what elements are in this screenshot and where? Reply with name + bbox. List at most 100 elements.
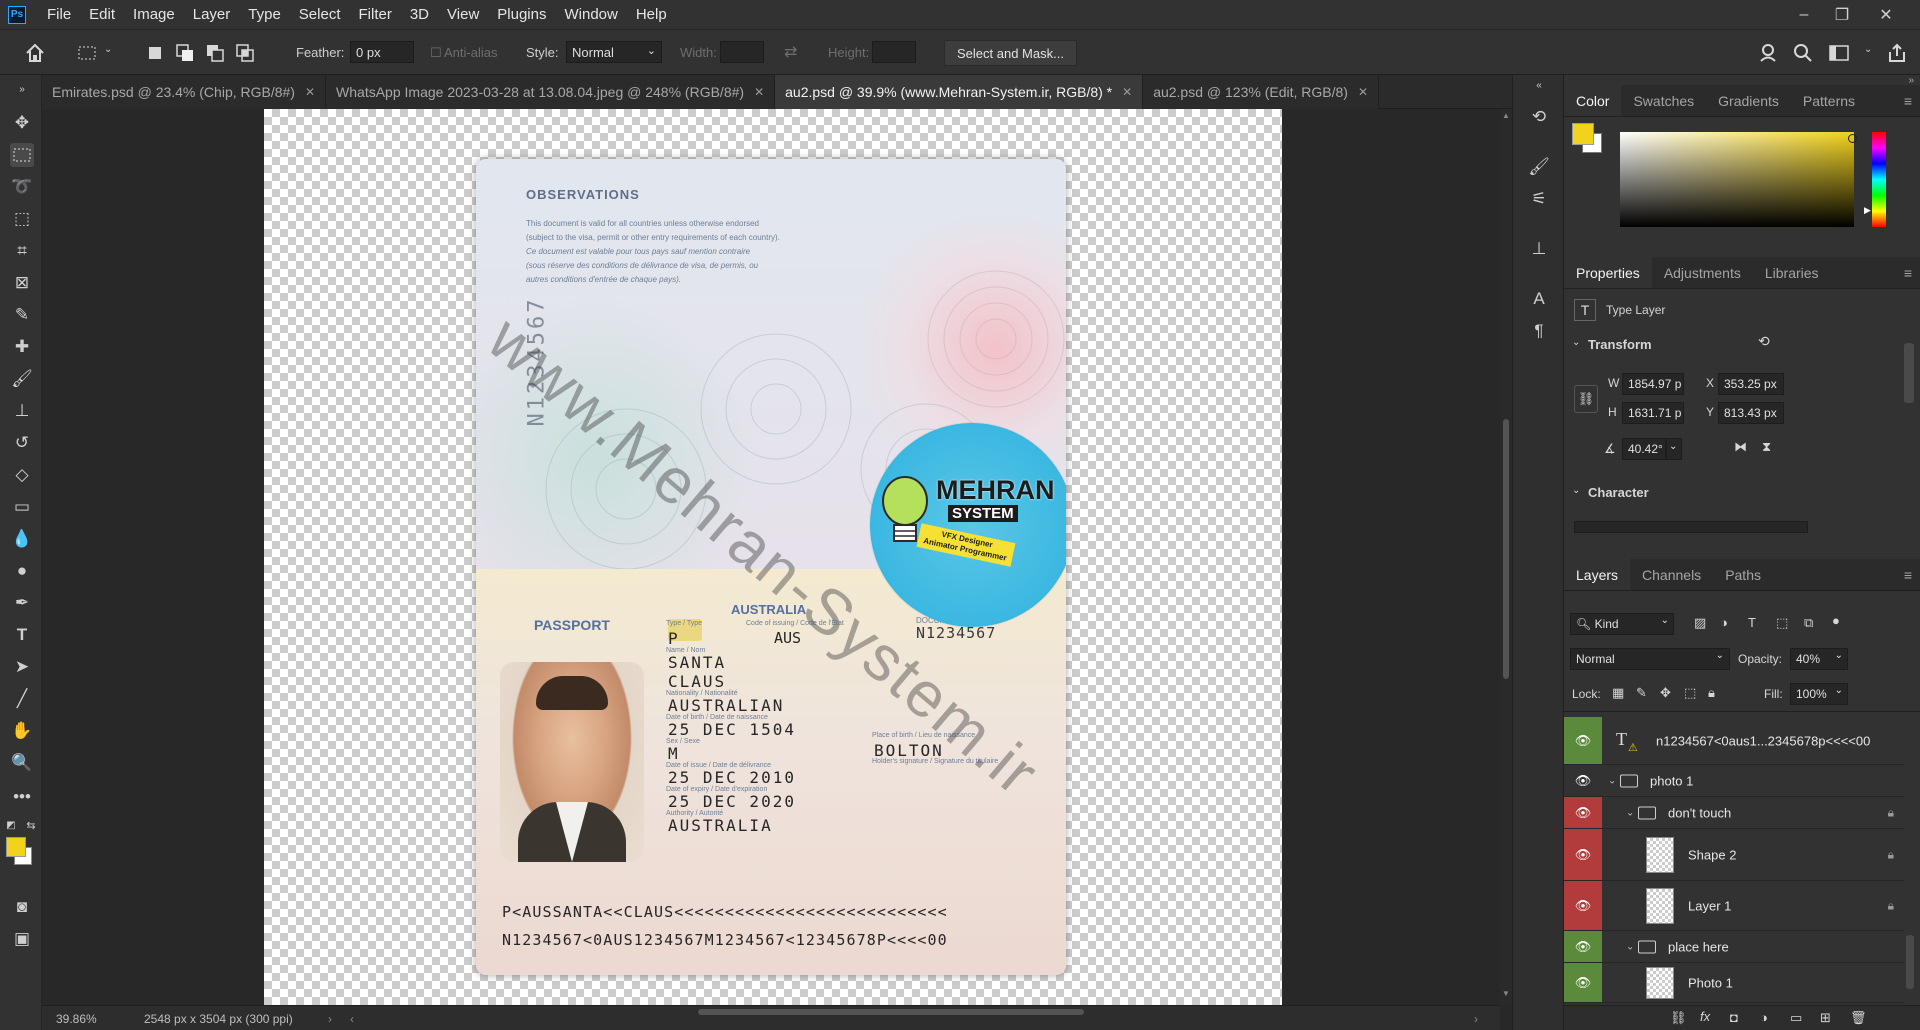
vertical-scrollbar[interactable]: ▲ ▼	[1500, 109, 1512, 1005]
visibility-eye-icon[interactable]: 👁︎	[1564, 797, 1602, 828]
swap-width-height-icon[interactable]: ⇄	[784, 42, 797, 62]
x-field[interactable]: 353.25 px	[1718, 373, 1784, 395]
filter-type-icon[interactable]: T	[1748, 615, 1756, 630]
scroll-right-icon[interactable]: ›	[1474, 1012, 1478, 1026]
layer-filter-kind-select[interactable]: 🔍︎ Kind ⌄	[1570, 613, 1674, 635]
default-colors-icon[interactable]: ◩	[4, 813, 18, 837]
flip-vertical-icon[interactable]: ⧗	[1762, 439, 1771, 455]
expand-chevron-icon[interactable]: ⌄	[1626, 941, 1634, 952]
visibility-eye-icon[interactable]: 👁︎	[1564, 881, 1602, 930]
horizontal-scroll-thumb[interactable]	[698, 1009, 1084, 1015]
add-mask-icon[interactable]: ◘	[1730, 1010, 1738, 1025]
eraser-tool-icon[interactable]: ◇	[10, 463, 34, 487]
filter-shape-icon[interactable]: ⬚	[1776, 615, 1788, 631]
layer-row[interactable]: 👁︎ T ⚠ n1234567<0aus1...2345678p<<<<00	[1564, 717, 1904, 765]
menu-select[interactable]: Select	[290, 0, 350, 29]
opacity-field[interactable]: 40% ⌄	[1790, 648, 1848, 670]
rectangular-marquee-icon[interactable]	[76, 42, 98, 64]
tab-emirates[interactable]: Emirates.psd @ 23.4% (Chip, RGB/8#) ✕	[42, 75, 327, 109]
tab-properties[interactable]: Properties	[1564, 257, 1652, 288]
swap-colors-icon[interactable]: ⇆	[24, 813, 38, 837]
healing-brush-tool-icon[interactable]: ✚	[10, 335, 34, 359]
hue-slider-marker-icon[interactable]: ▶	[1864, 205, 1871, 216]
screen-mode-icon[interactable]: ▣	[10, 927, 34, 951]
tab-au2-edit[interactable]: au2.psd @ 123% (Edit, RGB/8) ✕	[1143, 75, 1379, 109]
status-arrow-icon[interactable]: ›	[328, 1012, 332, 1026]
layer-name[interactable]: Shape 2	[1688, 847, 1736, 862]
menu-plugins[interactable]: Plugins	[488, 0, 555, 29]
character-section-label[interactable]: Character	[1588, 485, 1649, 500]
transform-section-label[interactable]: Transform	[1588, 337, 1652, 352]
move-tool-icon[interactable]: ✥	[10, 111, 34, 135]
close-icon[interactable]: ✕	[305, 85, 315, 99]
menu-view[interactable]: View	[438, 0, 488, 29]
angle-dropdown-icon[interactable]: ⌄	[1666, 438, 1682, 460]
zoom-tool-icon[interactable]: 🔍	[10, 751, 34, 775]
filter-pixel-icon[interactable]: ▨	[1694, 615, 1706, 631]
minimize-button[interactable]: –	[1786, 0, 1822, 29]
brush-settings-icon[interactable]: 🖌	[1527, 155, 1551, 179]
blur-tool-icon[interactable]: 💧	[10, 527, 34, 551]
dodge-tool-icon[interactable]: ●	[10, 559, 34, 583]
pen-tool-icon[interactable]: ✒	[10, 591, 34, 615]
tab-gradients[interactable]: Gradients	[1706, 85, 1791, 116]
lock-all-icon[interactable]: 🔒︎	[1708, 685, 1715, 701]
panel-menu-icon[interactable]: ≡	[1904, 567, 1912, 583]
visibility-eye-icon[interactable]: 👁︎	[1564, 829, 1602, 880]
gradient-tool-icon[interactable]: ▭	[10, 495, 34, 519]
fill-field[interactable]: 100% ⌄	[1790, 683, 1848, 705]
width-input[interactable]	[720, 41, 764, 63]
width-field[interactable]: 1854.97 p	[1622, 373, 1684, 395]
intersect-selection-icon[interactable]	[234, 42, 256, 64]
close-icon[interactable]: ✕	[1122, 85, 1132, 99]
workspace-icon[interactable]	[1828, 42, 1850, 64]
quick-mask-icon[interactable]: ◙	[10, 895, 34, 919]
add-to-selection-icon[interactable]	[174, 42, 196, 64]
height-field[interactable]: 1631.71 p	[1622, 402, 1684, 424]
tool-preset-chevron-icon[interactable]: ⌄	[104, 44, 112, 55]
share-user-icon[interactable]	[1758, 42, 1780, 64]
y-field[interactable]: 813.43 px	[1718, 402, 1784, 424]
menu-help[interactable]: Help	[627, 0, 676, 29]
layer-name[interactable]: n1234567<0aus1...2345678p<<<<00	[1656, 733, 1870, 748]
rectangular-marquee-tool-icon[interactable]	[10, 143, 34, 167]
collapse-panels-icon[interactable]: «	[1527, 73, 1551, 97]
menu-file[interactable]: File	[38, 0, 80, 29]
menu-layer[interactable]: Layer	[184, 0, 240, 29]
style-select[interactable]: Normal ⌄	[566, 41, 662, 63]
share-export-icon[interactable]	[1886, 42, 1908, 64]
visibility-eye-icon[interactable]: 👁︎	[1564, 765, 1602, 796]
tab-layers[interactable]: Layers	[1564, 559, 1631, 590]
delete-layer-icon[interactable]: 🗑︎	[1850, 1010, 1867, 1026]
lock-pixels-icon[interactable]: ✎	[1636, 685, 1647, 701]
foreground-color-swatch[interactable]	[6, 837, 26, 857]
select-and-mask-button[interactable]: Select and Mask...	[944, 40, 1077, 66]
vertical-scroll-thumb[interactable]	[1503, 419, 1509, 679]
visibility-eye-icon[interactable]: 👁︎	[1564, 931, 1602, 962]
feather-input[interactable]: 0 px	[350, 41, 414, 63]
layer-row[interactable]: 👁︎ ⌄ photo 1	[1564, 765, 1904, 797]
height-input[interactable]	[872, 41, 916, 63]
close-icon[interactable]: ✕	[1358, 85, 1368, 99]
new-group-icon[interactable]: ▭	[1790, 1010, 1802, 1026]
character-panel-icon[interactable]: A	[1527, 287, 1551, 311]
new-layer-icon[interactable]: ⊞	[1820, 1010, 1831, 1026]
layer-name[interactable]: Photo 1	[1688, 975, 1733, 990]
layers-scrollbar-thumb[interactable]	[1906, 935, 1914, 989]
expand-chevron-icon[interactable]: ⌄	[1626, 807, 1634, 818]
menu-image[interactable]: Image	[124, 0, 184, 29]
layer-row[interactable]: 👁︎ ⌄ place here	[1564, 931, 1904, 963]
tab-channels[interactable]: Channels	[1630, 559, 1713, 590]
visibility-eye-icon[interactable]: 👁︎	[1564, 963, 1602, 1002]
home-icon[interactable]	[24, 42, 46, 64]
layer-row[interactable]: 👁︎ Layer 1 🔒︎	[1564, 881, 1904, 931]
tab-color[interactable]: Color	[1564, 85, 1622, 116]
crop-tool-icon[interactable]: ⌗	[10, 239, 34, 263]
new-adjustment-layer-icon[interactable]: ◑	[1760, 1010, 1768, 1025]
properties-scrollbar[interactable]	[1904, 343, 1914, 403]
layer-row[interactable]: 👁︎ ⌄ don't touch 🔒︎	[1564, 797, 1904, 829]
tab-au2-active[interactable]: au2.psd @ 39.9% (www.Mehran-System.ir, R…	[775, 75, 1144, 109]
restore-button[interactable]: ❐	[1824, 0, 1860, 29]
layer-name[interactable]: photo 1	[1650, 773, 1693, 788]
hue-slider[interactable]	[1872, 132, 1886, 227]
